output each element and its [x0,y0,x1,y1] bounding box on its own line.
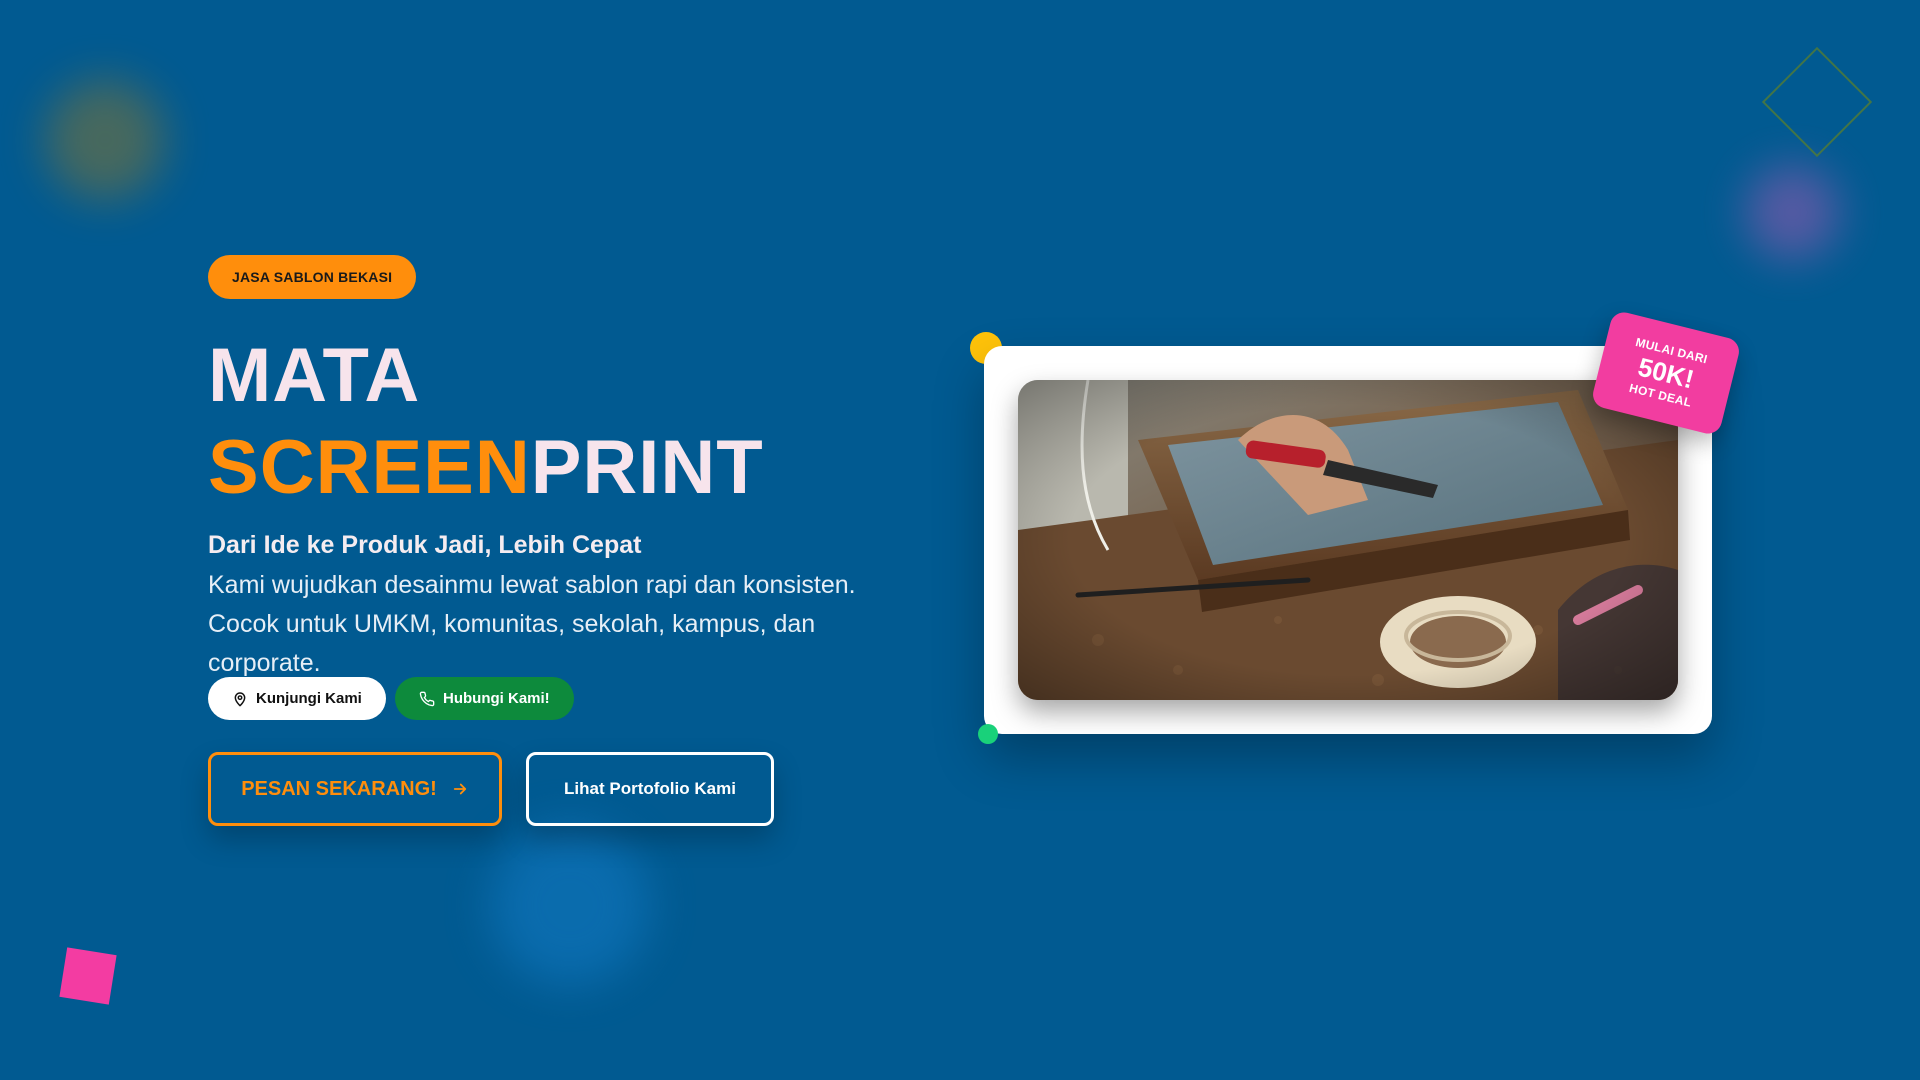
decor-dot-green [978,724,998,744]
hero-description: Kami wujudkan desainmu lewat sablon rapi… [208,571,856,677]
hero-subtitle: Dari Ide ke Produk Jadi, Lebih Cepat [208,531,642,559]
screenprint-photo [1018,380,1678,700]
title-line-2: SCREENPRINT [208,422,764,514]
order-now-button[interactable]: PESAN SEKARANG! [208,752,502,826]
order-now-label: PESAN SEKARANG! [241,777,437,800]
decor-diamond-outline [1761,46,1873,158]
contact-label: Hubungi Kami! [443,690,550,707]
portfolio-button[interactable]: Lihat Portofolio Kami [526,752,774,826]
hero-section: JASA SABLON BEKASI MATA SCREENPRINT Dari… [0,0,1920,1080]
decor-pink-square [59,947,117,1005]
visit-label: Kunjungi Kami [256,690,362,707]
title-accent: SCREEN [208,425,531,510]
decor-blob-olive [45,80,165,200]
hero-title: MATA SCREENPRINT [208,330,764,514]
arrow-right-icon [453,783,466,795]
title-line-1: MATA [208,333,421,418]
decor-blob-purple [1745,165,1840,260]
phone-icon [419,691,435,706]
title-rest: PRINT [530,425,764,510]
decor-blob-blue [490,825,650,985]
visit-button[interactable]: Kunjungi Kami [208,677,386,720]
category-badge: JASA SABLON BEKASI [208,255,417,299]
map-pin-icon [234,691,246,706]
portfolio-label: Lihat Portofolio Kami [564,779,736,798]
contact-button[interactable]: Hubungi Kami! [395,677,574,720]
